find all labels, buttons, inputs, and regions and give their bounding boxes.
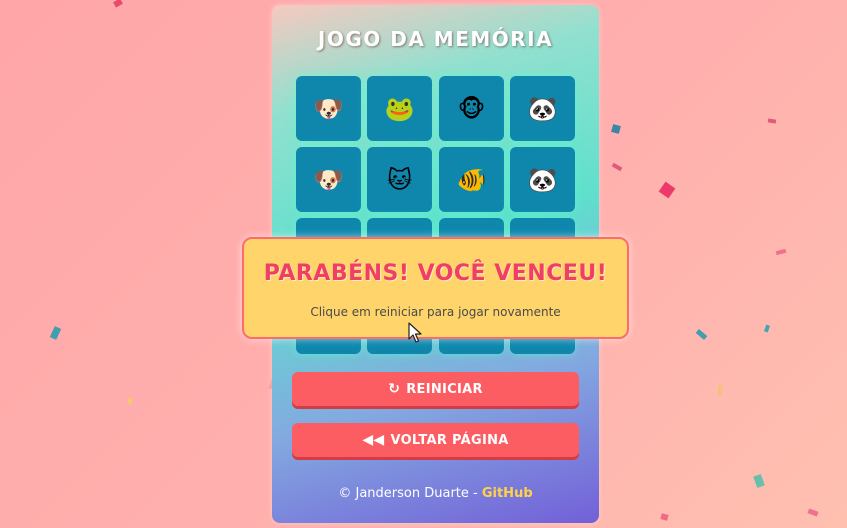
confetti-piece xyxy=(753,473,765,489)
confetti-piece xyxy=(660,513,669,521)
memory-card[interactable]: 🐼 xyxy=(510,76,575,141)
confetti-piece xyxy=(113,0,123,8)
win-modal: PARABÉNS! VOCÊ VENCEU! Clique em reinici… xyxy=(242,237,629,339)
mouse-cursor-icon xyxy=(408,322,422,343)
memory-card[interactable]: 🐼 xyxy=(510,147,575,212)
panda-icon: 🐼 xyxy=(527,94,558,123)
memory-card[interactable]: 🐸 xyxy=(367,76,432,141)
confetti-piece xyxy=(611,162,623,172)
confetti-piece xyxy=(49,326,62,340)
monkey-icon: 🐵 xyxy=(457,94,486,123)
confetti-piece xyxy=(763,324,771,333)
memory-card[interactable]: 🐶 xyxy=(296,76,361,141)
confetti-piece xyxy=(658,181,676,199)
github-link[interactable]: GitHub xyxy=(482,486,533,501)
dog-icon: 🐶 xyxy=(313,94,344,123)
confetti-piece xyxy=(695,329,708,340)
frog-icon: 🐸 xyxy=(384,94,415,123)
memory-card[interactable]: 🐱 xyxy=(367,147,432,212)
confetti-piece xyxy=(611,124,621,134)
memory-card[interactable]: 🐵 xyxy=(439,76,504,141)
memory-card[interactable]: 🐠 xyxy=(439,147,504,212)
memory-card[interactable]: 🐶 xyxy=(296,147,361,212)
restart-label: REINICIAR xyxy=(406,381,483,397)
panda-icon: 🐼 xyxy=(527,165,558,194)
dog-icon: 🐶 xyxy=(313,165,344,194)
confetti-piece xyxy=(717,384,723,396)
win-title: PARABÉNS! VOCÊ VENCEU! xyxy=(263,261,608,286)
back-page-button[interactable]: ◀◀ VOLTAR PÁGINA xyxy=(292,423,579,457)
confetti-piece xyxy=(127,397,133,405)
fish-icon: 🐠 xyxy=(456,165,487,194)
confetti-piece xyxy=(807,508,819,517)
game-title: JOGO DA MEMÓRIA xyxy=(317,27,554,51)
confetti-piece xyxy=(775,248,787,256)
confetti-piece xyxy=(767,118,777,124)
win-subtitle: Clique em reiniciar para jogar novamente xyxy=(310,305,561,319)
cat-icon: 🐱 xyxy=(386,165,413,194)
rewind-icon: ◀◀ xyxy=(362,432,385,448)
copyright-text: © Janderson Duarte - xyxy=(338,486,478,501)
restart-button[interactable]: ↻ REINICIAR xyxy=(292,372,579,406)
footer: © Janderson Duarte - GitHub xyxy=(272,486,599,501)
refresh-icon: ↻ xyxy=(388,381,401,397)
back-page-label: VOLTAR PÁGINA xyxy=(390,432,509,448)
